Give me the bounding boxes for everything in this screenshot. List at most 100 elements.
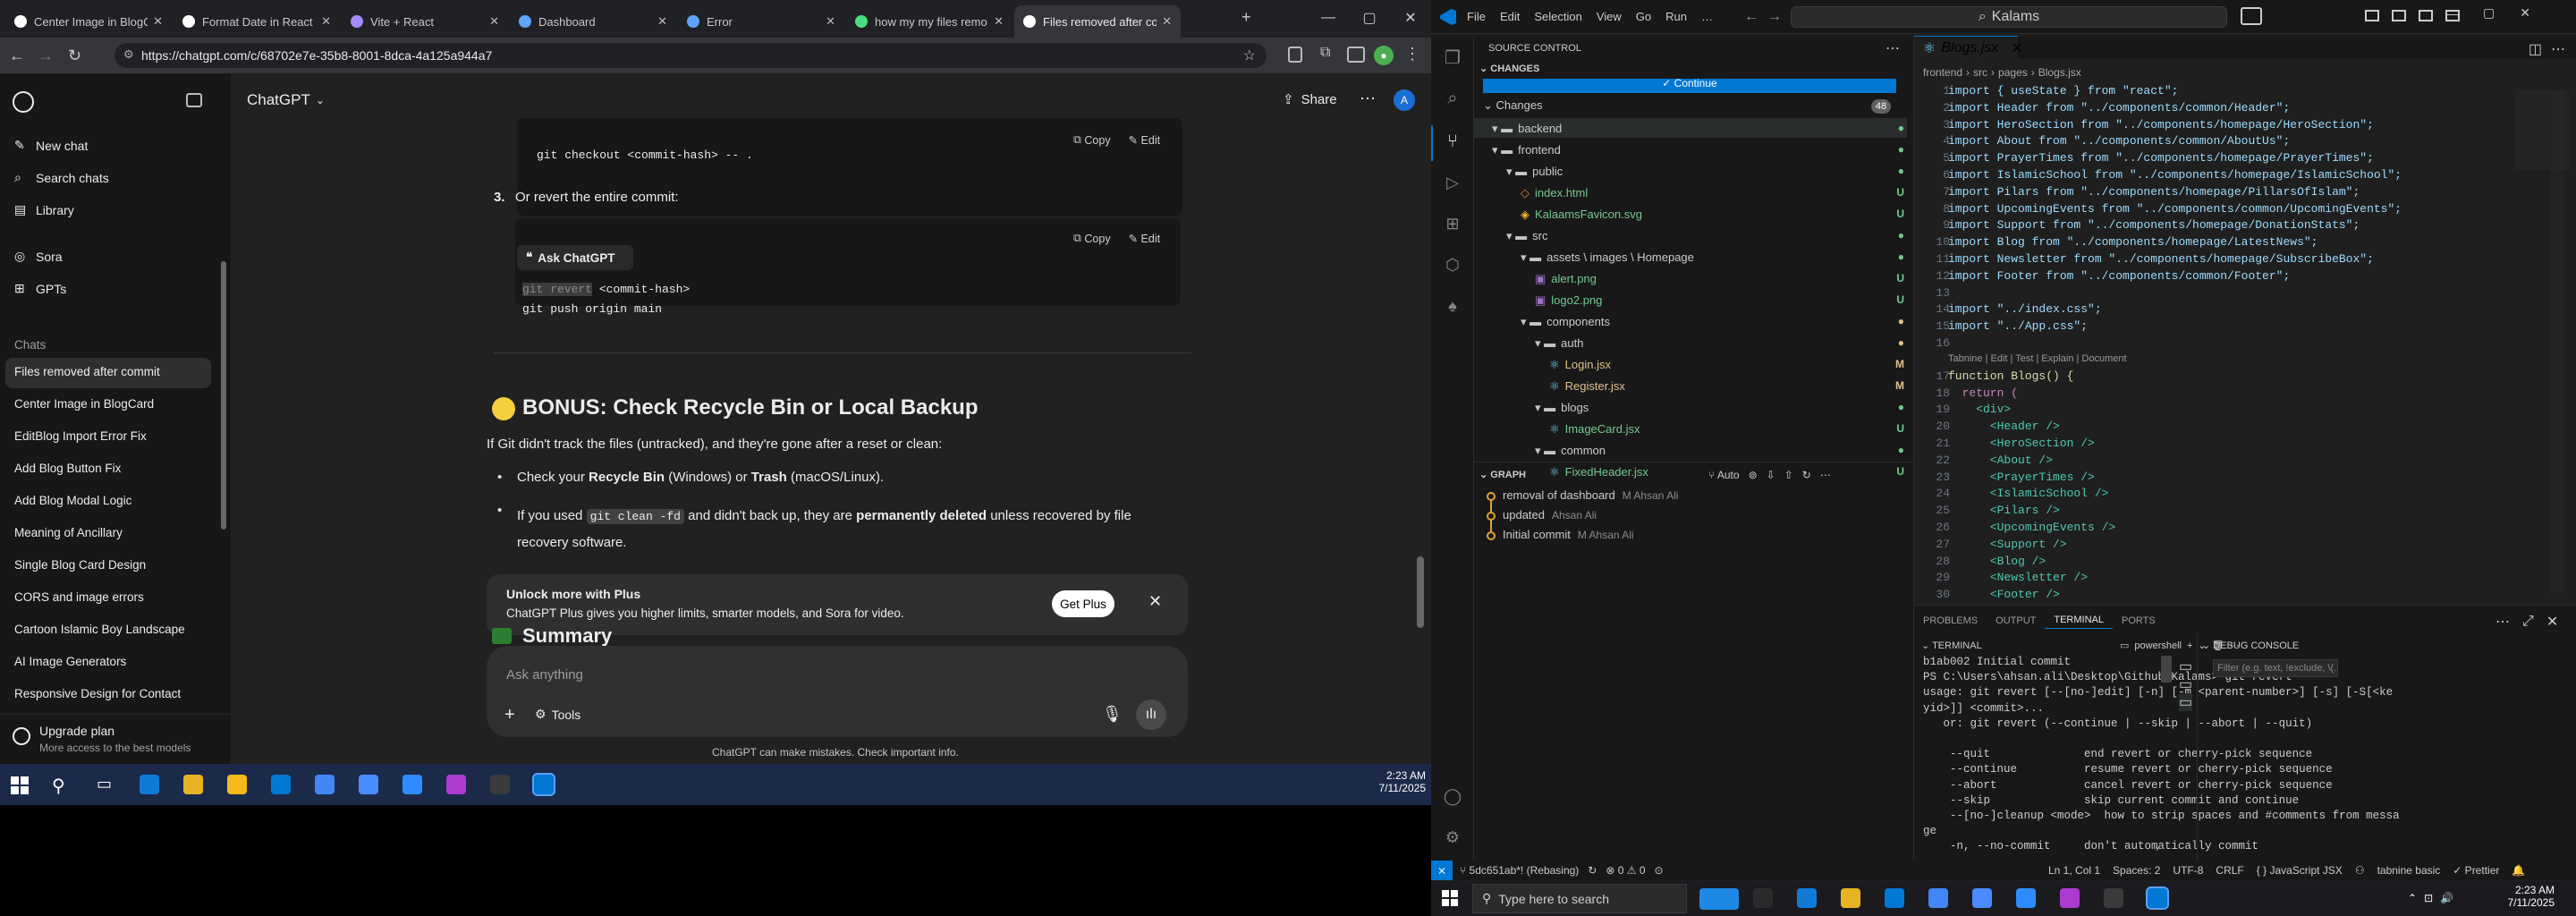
manage-gear-icon[interactable]: ⚙	[1442, 827, 1463, 848]
minimize-button[interactable]: —	[2445, 6, 2458, 21]
edit-button[interactable]: ✎ Edit	[1129, 133, 1161, 148]
tray-chevron-icon[interactable]: ⌃	[2408, 892, 2417, 904]
account-icon[interactable]: ◯	[1442, 785, 1463, 807]
sidebar-item-gpts[interactable]: ⊞ GPTs	[14, 281, 66, 296]
terminal-scrollbar[interactable]	[2161, 656, 2172, 683]
scm-file[interactable]: ⚛ ImageCard.jsx	[1549, 422, 1640, 437]
task-view-icon[interactable]: ▭	[97, 775, 112, 793]
command-center[interactable]: ⌕ Kalams	[1791, 6, 2227, 28]
sidebar-toggle-icon[interactable]	[2392, 10, 2406, 21]
github-desktop-icon[interactable]	[2060, 888, 2080, 908]
sidepanel-icon[interactable]	[1347, 47, 1365, 63]
maximize-button[interactable]: ▢	[2483, 5, 2495, 21]
sidebar-item-new-chat[interactable]: ✎ New chat	[14, 138, 88, 153]
scm-folder[interactable]: ▾ ▬ src	[1506, 229, 1547, 243]
openai-logo-icon[interactable]	[13, 91, 34, 113]
voice-mode-button[interactable]: ılı	[1136, 700, 1166, 730]
get-plus-button[interactable]: Get Plus	[1052, 590, 1114, 617]
graph-commit[interactable]: updated Ahsan Ali	[1503, 508, 1597, 522]
graph-section-header[interactable]: ⌄ GRAPH	[1479, 469, 1526, 480]
upgrade-plan[interactable]: Upgrade plan More access to the best mod…	[0, 714, 231, 764]
layout-toggle-icon[interactable]	[2365, 10, 2379, 21]
edge-icon[interactable]	[1797, 888, 1817, 908]
menu-selection[interactable]: Selection	[1534, 10, 1581, 23]
microphone-icon[interactable]: 🎙	[1102, 705, 1123, 724]
mongodb-icon[interactable]: ♠	[1442, 295, 1463, 317]
scm-folder[interactable]: ▾ ▬ auth	[1535, 336, 1583, 351]
sidebar-item-search-chats[interactable]: ⌕ Search chats	[14, 170, 109, 185]
address-bar[interactable]: ⚙ https://chatgpt.com/c/68702e7e-35b8-80…	[114, 43, 1267, 68]
chat-history-item[interactable]: Add Blog Modal Logic	[14, 494, 131, 507]
outlook-icon[interactable]	[271, 775, 291, 794]
graph-more-icon[interactable]: ⋯	[1820, 469, 1831, 481]
push-icon[interactable]: ⇧	[1784, 469, 1793, 481]
close-window-button[interactable]: ✕	[2520, 5, 2530, 21]
chat-history-item[interactable]: Single Blog Card Design	[14, 558, 146, 572]
remote-explorer-icon[interactable]: ⬡	[1442, 254, 1463, 276]
model-selector[interactable]: ChatGPT ⌄	[247, 91, 325, 109]
editor-tab-active[interactable]: ⚛ Blogs.jsx ✕	[1914, 36, 2023, 59]
close-window-button[interactable]: ✕	[1390, 9, 1431, 27]
language-mode[interactable]: { } JavaScript JSX	[2257, 864, 2343, 877]
file-explorer-icon[interactable]	[183, 775, 203, 794]
reading-list-icon[interactable]	[1288, 47, 1302, 63]
chat-history-item[interactable]: EditBlog Import Error Fix	[14, 429, 147, 443]
menu-view[interactable]: View	[1597, 10, 1622, 23]
chat-history-item[interactable]: Meaning of Ancillary	[14, 526, 123, 539]
copy-button[interactable]: ⧉ Copy	[1073, 232, 1111, 245]
user-avatar[interactable]: A	[1394, 89, 1415, 111]
app-icon[interactable]	[359, 775, 378, 794]
tabnine-status[interactable]: tabnine basic	[2377, 864, 2441, 877]
breadcrumb-item[interactable]: pages	[1998, 66, 2028, 79]
close-banner-icon[interactable]: ✕	[1148, 592, 1162, 611]
sidebar-scrollbar[interactable]	[221, 261, 226, 530]
store-icon[interactable]	[227, 775, 247, 794]
panel-toggle-icon[interactable]	[2419, 10, 2433, 21]
menu-file[interactable]: File	[1467, 10, 1486, 23]
encoding[interactable]: UTF-8	[2173, 864, 2203, 877]
panel-tab-ports[interactable]: PORTS	[2113, 615, 2165, 629]
browser-tab[interactable]: Center Image in BlogC ✕	[5, 5, 172, 38]
network-icon[interactable]: ⊡	[2424, 892, 2433, 904]
line-ending[interactable]: CRLF	[2216, 864, 2243, 877]
chat-scrollbar[interactable]	[1417, 556, 1424, 628]
sidebar-item-library[interactable]: ▤ Library	[14, 202, 74, 217]
vscode-icon[interactable]	[532, 773, 555, 796]
scm-file[interactable]: ◈ KalaamsFavicon.svg	[1521, 208, 1642, 222]
scm-file[interactable]: ▣ logo2.png	[1535, 293, 1602, 308]
terminal-icon[interactable]	[2104, 888, 2123, 908]
profile-avatar[interactable]: ●	[1374, 46, 1394, 65]
extensions-icon[interactable]: ⧉	[1320, 45, 1330, 61]
share-button[interactable]: ⇪ Share	[1283, 91, 1337, 108]
run-debug-icon[interactable]: ▷	[1442, 172, 1463, 193]
copilot-status-icon[interactable]: ⚇	[2355, 864, 2365, 877]
terminal-instance-icon[interactable]: ▭	[2179, 693, 2193, 711]
copilot-icon[interactable]	[2241, 7, 2262, 25]
chat-history-item[interactable]: Cartoon Islamic Boy Landscape	[14, 623, 185, 636]
remote-indicator-icon[interactable]: ⨯	[1431, 861, 1453, 880]
close-sidebar-icon[interactable]	[186, 93, 202, 107]
taskbar-search[interactable]: ⚲ Type here to search	[1472, 884, 1687, 913]
chevron-right-icon[interactable]: ›	[2156, 844, 2159, 854]
continue-button[interactable]: ✓ Continue	[1483, 79, 1896, 93]
zoom-icon[interactable]	[402, 775, 422, 794]
menu-edit[interactable]: Edit	[1500, 10, 1520, 23]
close-tab-icon[interactable]: ✕	[994, 14, 1004, 29]
back-icon[interactable]: ←	[9, 47, 25, 65]
panel-tab-terminal[interactable]: TERMINAL	[2045, 615, 2113, 629]
scm-folder[interactable]: ▾ ▬ common	[1535, 444, 1606, 458]
browser-tab[interactable]: Dashboard ✕	[510, 5, 676, 38]
close-tab-icon[interactable]: ✕	[321, 14, 331, 29]
forward-icon[interactable]: →	[38, 47, 54, 65]
browser-tab[interactable]: Error ✕	[678, 5, 844, 38]
tools-button[interactable]: ⚙ Tools	[535, 707, 580, 722]
fetch-icon[interactable]: ⊚	[1749, 469, 1758, 481]
terminal-icon[interactable]	[490, 775, 510, 794]
browser-menu-icon[interactable]: ⋮	[1404, 45, 1420, 64]
editor-more-icon[interactable]: ⋯	[2551, 40, 2565, 58]
chat-history-item[interactable]: CORS and image errors	[14, 590, 144, 604]
browser-tab[interactable]: how my my files remo ✕	[846, 5, 1013, 38]
vscode-icon[interactable]	[2146, 886, 2169, 910]
ask-chatgpt-button[interactable]: ❝ Ask ChatGPT	[517, 245, 633, 270]
scm-more-icon[interactable]: ⋯	[1885, 39, 1900, 57]
